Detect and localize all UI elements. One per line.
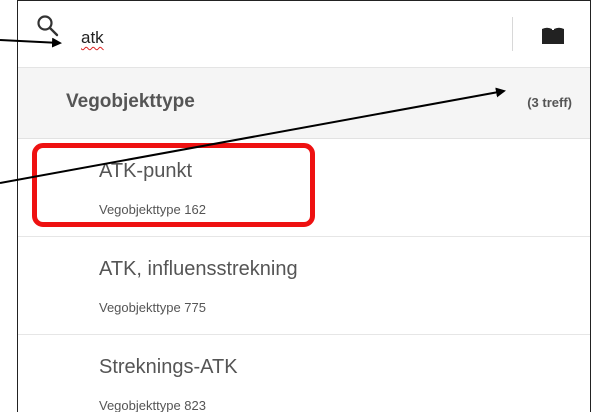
book-icon[interactable] bbox=[540, 25, 566, 47]
result-item-name: ATK, influensstrekning bbox=[99, 258, 298, 280]
search-bar: atk bbox=[18, 1, 590, 68]
result-item-atk-influensstrekning[interactable]: ATK, influensstrekning Vegobjekttype 775 bbox=[18, 237, 590, 335]
results-category-title: Vegobjekttype bbox=[66, 91, 195, 112]
result-item-subtitle: Vegobjekttype 162 bbox=[99, 202, 206, 217]
result-item-subtitle: Vegobjekttype 823 bbox=[99, 398, 206, 412]
search-input[interactable]: atk bbox=[81, 28, 104, 48]
result-item-name: ATK-punkt bbox=[99, 160, 192, 182]
result-item-atk-punkt[interactable]: ATK-punkt Vegobjekttype 162 bbox=[18, 139, 590, 237]
screenshot-stage: atk Vegobjekttype (3 treff) ATK-punkt Ve… bbox=[0, 0, 592, 413]
result-item-name: Streknings-ATK bbox=[99, 356, 238, 378]
results-count-badge: (3 treff) bbox=[527, 95, 572, 110]
result-item-subtitle: Vegobjekttype 775 bbox=[99, 300, 206, 315]
search-panel: atk Vegobjekttype (3 treff) ATK-punkt Ve… bbox=[17, 0, 591, 412]
search-icon[interactable] bbox=[36, 14, 60, 38]
result-item-streknings-atk[interactable]: Streknings-ATK Vegobjekttype 823 bbox=[18, 335, 590, 412]
results-header: Vegobjekttype (3 treff) bbox=[18, 68, 590, 139]
toolbar-divider bbox=[512, 17, 513, 51]
